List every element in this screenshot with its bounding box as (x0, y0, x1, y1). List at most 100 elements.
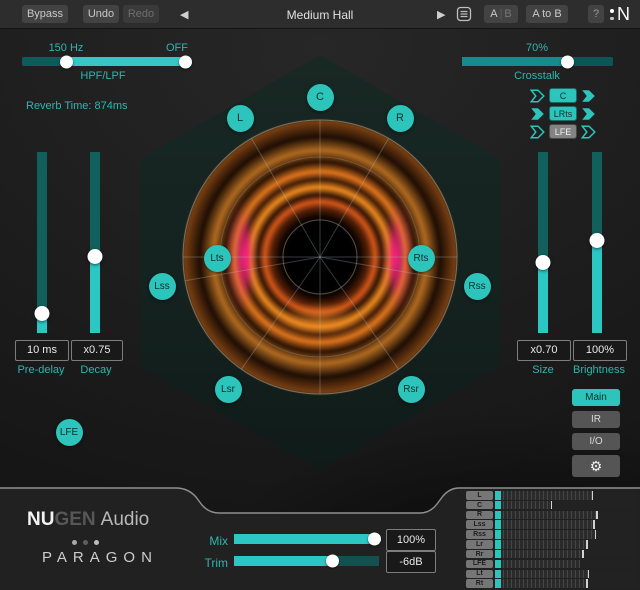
speaker-node-lfe[interactable]: LFE (56, 419, 83, 446)
lpf-handle[interactable] (179, 55, 192, 68)
speaker-node-lsr[interactable]: Lsr (215, 376, 242, 403)
meter-row-lfe: LFE (466, 560, 637, 569)
pre-delay-slider[interactable] (37, 152, 47, 333)
list-icon (456, 6, 472, 22)
meter-label-lss: Lss (466, 520, 493, 529)
pre-delay-handle[interactable] (35, 306, 50, 321)
mix-handle[interactable] (368, 533, 381, 546)
trim-value[interactable]: -6dB (386, 551, 436, 573)
bypass-button[interactable]: Bypass (22, 5, 68, 23)
meter-label-c: C (466, 501, 493, 510)
meter-fill (495, 579, 587, 588)
previous-preset-icon[interactable]: ◀ (180, 8, 188, 21)
routing-chip-lfe[interactable]: LFE (549, 124, 577, 139)
routing-chip-c[interactable]: C (549, 88, 577, 103)
lpf-value: OFF (160, 42, 194, 54)
routing-left-arrow-icon[interactable] (530, 89, 545, 103)
speaker-node-rts[interactable]: Rts (408, 245, 435, 272)
meter-peak-marker (592, 491, 594, 500)
meter-fill (495, 540, 587, 549)
size-slider[interactable] (538, 152, 548, 333)
routing-arrow-icon (581, 107, 596, 121)
mix-slider[interactable] (234, 534, 379, 544)
meter-row-lr: Lr (466, 540, 637, 549)
pre-delay-label: Pre-delay (8, 364, 74, 376)
meter-fill (495, 520, 594, 529)
settings-gear-icon[interactable]: ⚙ (572, 455, 620, 477)
hpf-handle[interactable] (60, 55, 73, 68)
tab-io[interactable]: I/O (572, 433, 620, 450)
routing-left-arrow-icon[interactable] (530, 107, 545, 121)
crosstalk-fill (462, 57, 568, 66)
meter-label-rss: Rss (466, 530, 493, 539)
meter-row-lt: Lt (466, 570, 637, 579)
tab-main[interactable]: Main (572, 389, 620, 406)
meter-signal-block (495, 520, 501, 529)
brightness-label: Brightness (566, 364, 632, 376)
ab-compare-button[interactable]: A|B (484, 5, 518, 23)
product-name: PARAGON (42, 549, 158, 566)
crosstalk-label: Crosstalk (495, 70, 579, 82)
meter-peak-marker (596, 511, 598, 520)
undo-button[interactable]: Undo (83, 5, 119, 23)
routing-arrow-icon (530, 107, 545, 121)
decay-slider[interactable] (90, 152, 100, 333)
meter-peak-marker (595, 530, 597, 539)
brightness-handle[interactable] (590, 233, 605, 248)
routing-left-arrow-icon[interactable] (530, 125, 545, 139)
preset-name[interactable]: Medium Hall (250, 8, 390, 22)
pre-delay-value[interactable]: 10 ms (15, 340, 69, 361)
wordmark-audio: Audio (101, 509, 150, 530)
speaker-node-c[interactable]: C (307, 84, 334, 111)
routing-right-arrow-icon[interactable] (581, 89, 596, 103)
routing-right-arrow-icon[interactable] (581, 125, 596, 139)
meter-peak-marker (588, 570, 590, 579)
brightness-value[interactable]: 100% (573, 340, 627, 361)
next-preset-icon[interactable]: ▶ (437, 8, 445, 21)
decay-value[interactable]: x0.75 (71, 340, 123, 361)
speaker-node-lts[interactable]: Lts (204, 245, 231, 272)
speaker-node-rss[interactable]: Rss (464, 273, 491, 300)
mix-label: Mix (190, 534, 228, 548)
routing-arrow-icon (530, 125, 545, 139)
meter-bar (495, 550, 637, 559)
meter-label-lt: Lt (466, 570, 493, 579)
meter-row-rr: Rr (466, 550, 637, 559)
meter-label-l: L (466, 491, 493, 500)
meter-bar (495, 540, 637, 549)
size-handle[interactable] (536, 255, 551, 270)
meter-signal-block (495, 579, 501, 588)
speaker-node-lss[interactable]: Lss (149, 273, 176, 300)
meter-fill (495, 491, 593, 500)
routing-right-arrow-icon[interactable] (581, 107, 596, 121)
meter-bar (495, 491, 637, 500)
decay-label: Decay (67, 364, 125, 376)
redo-button[interactable]: Redo (123, 5, 159, 23)
meter-peak-marker (582, 550, 584, 559)
meter-fill (495, 550, 583, 559)
trim-slider[interactable] (234, 556, 379, 566)
meter-signal-block (495, 491, 501, 500)
brightness-slider[interactable] (592, 152, 602, 333)
trim-handle[interactable] (326, 555, 339, 568)
nugen-logo-dots (610, 9, 614, 21)
hpf-lpf-slider[interactable] (22, 57, 185, 66)
size-value[interactable]: x0.70 (517, 340, 571, 361)
tab-ir[interactable]: IR (572, 411, 620, 428)
meter-bar (495, 570, 637, 579)
meter-signal-block (495, 560, 501, 569)
preset-list-icon[interactable] (456, 6, 472, 22)
speaker-node-rsr[interactable]: Rsr (398, 376, 425, 403)
trim-label: Trim (190, 556, 228, 570)
a-to-b-button[interactable]: A to B (526, 5, 568, 23)
decay-handle[interactable] (88, 249, 103, 264)
nugen-logo-letter: N (617, 4, 630, 25)
routing-row-lfe: LFE (530, 124, 610, 139)
routing-chip-lrts[interactable]: LRts (549, 106, 577, 121)
speaker-node-l[interactable]: L (227, 105, 254, 132)
crosstalk-slider[interactable] (462, 57, 613, 66)
speaker-node-r[interactable]: R (387, 105, 414, 132)
mix-value[interactable]: 100% (386, 529, 436, 551)
crosstalk-handle[interactable] (561, 55, 574, 68)
help-button[interactable]: ? (588, 5, 604, 23)
